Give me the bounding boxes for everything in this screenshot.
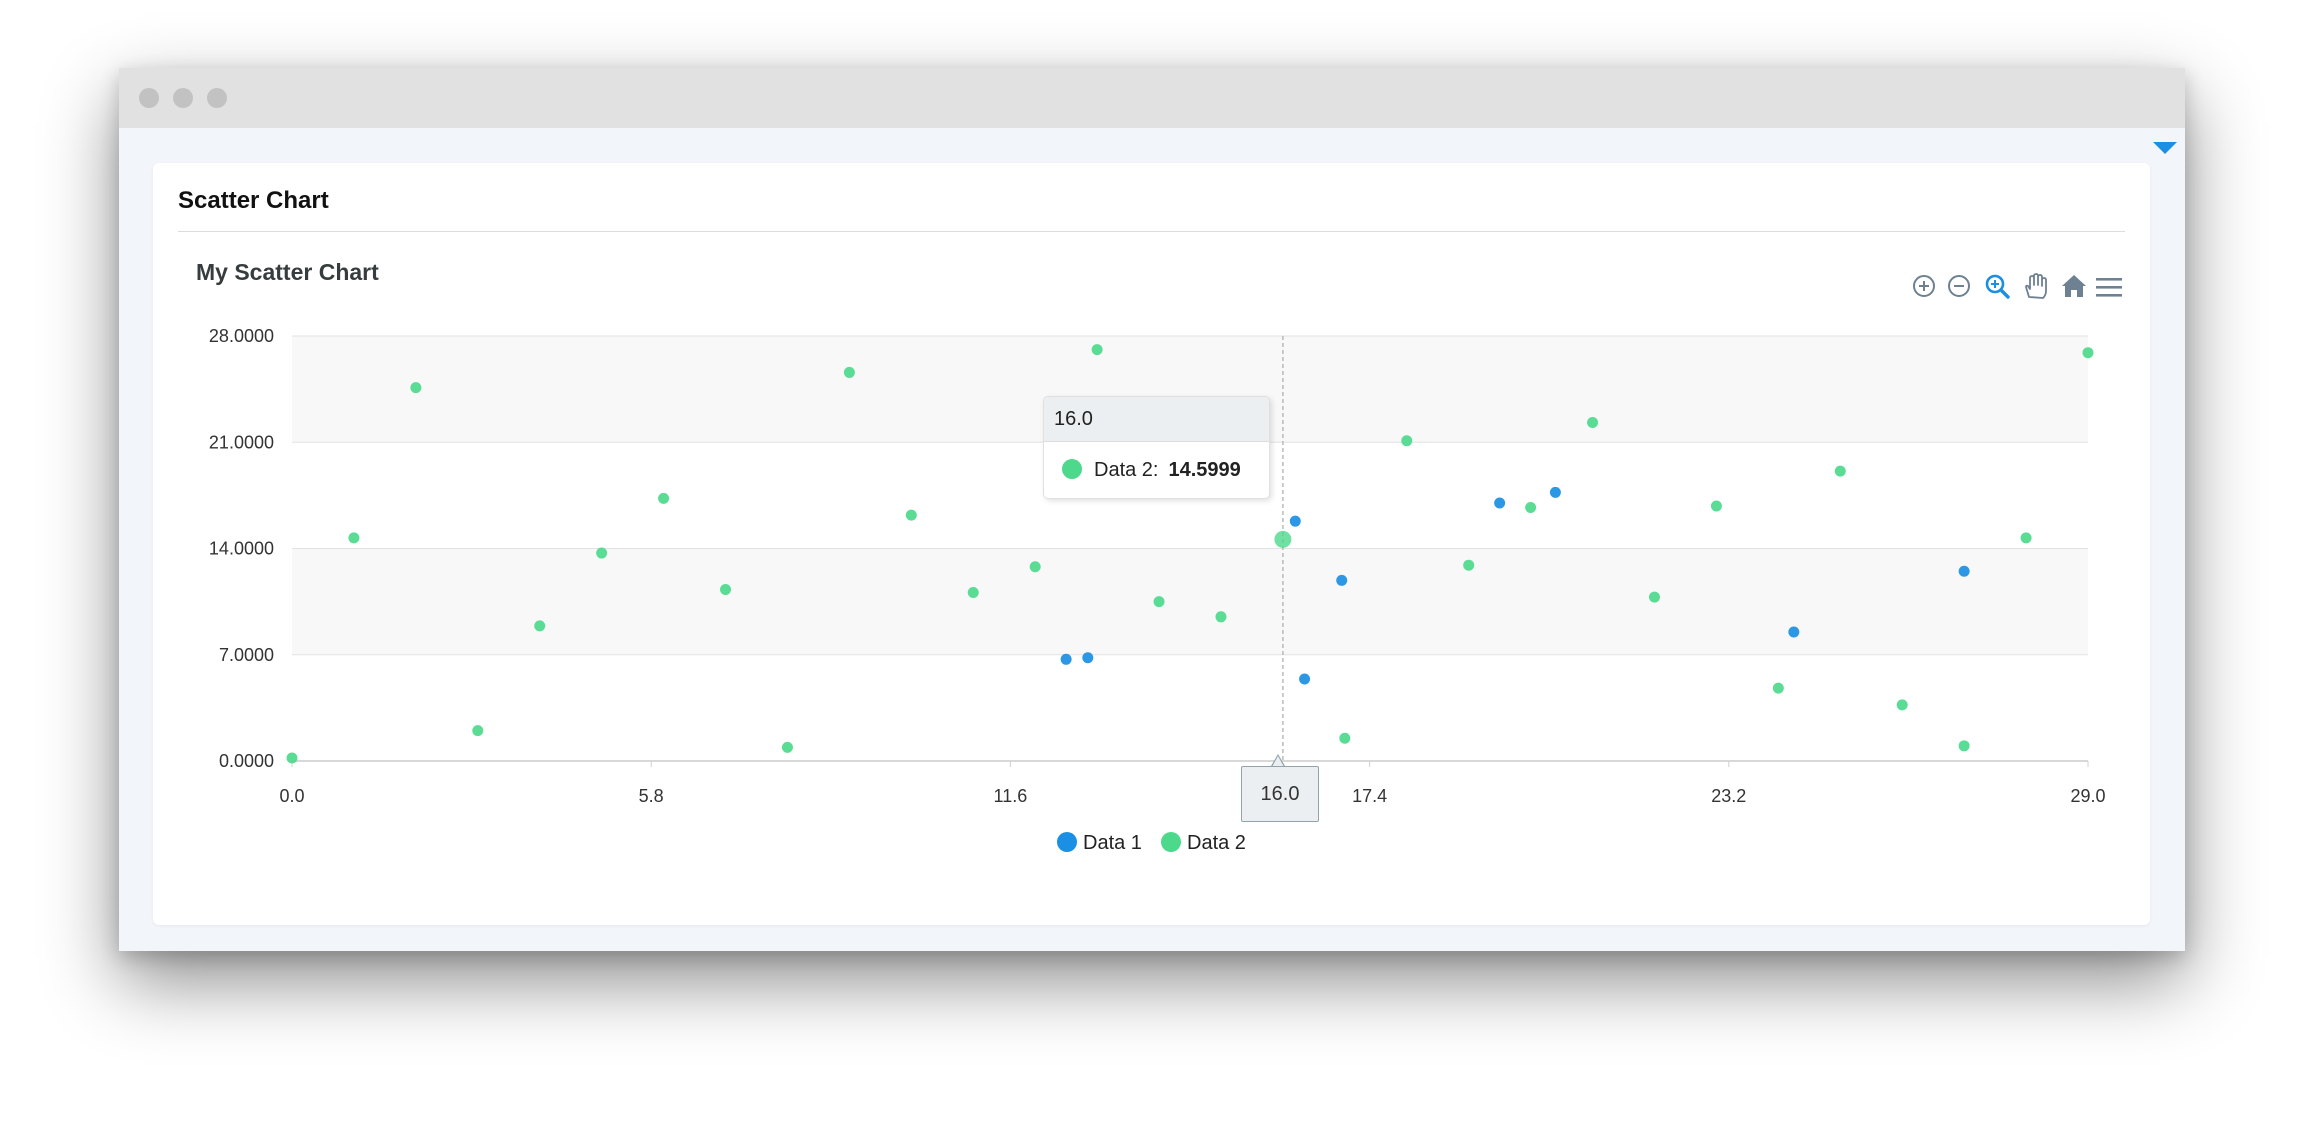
menu-icon[interactable] [2096,278,2122,297]
data2-point [1834,465,1846,477]
data2-point [1463,559,1475,571]
data-tooltip: 16.0 Data 2: 14.5999 [1043,396,1270,499]
data2-point [2020,532,2032,544]
data2-point [1401,435,1413,447]
data2-point [781,741,793,753]
tooltip-series-label: Data 2: [1094,459,1159,481]
data2-point [472,725,484,737]
x-tick-label: 5.8 [639,786,664,806]
window-titlebar [119,68,2185,128]
data2-point [534,620,546,632]
caret-down-icon[interactable] [2153,142,2177,154]
chart-title: My Scatter Chart [196,259,379,285]
data2-point [843,366,855,378]
data2-point [286,752,298,764]
home-icon[interactable] [2062,275,2086,297]
pan-icon[interactable] [2025,273,2047,299]
browser-window: Scatter Chart My Scatter Chart 28.0000 2… [119,68,2185,951]
scatter-chart: My Scatter Chart 28.000021.000014.00007.… [196,259,2122,854]
data1-point [1289,515,1301,527]
data2-point [1896,699,1908,711]
x-tick-label: 17.4 [1352,786,1387,806]
highlighted-data-point [1274,530,1292,548]
data2-point [2082,347,2094,359]
tooltip-series-row: Data 2: 14.5999 [1044,442,1269,498]
window-minimize-button[interactable] [173,88,193,108]
data2-point [1710,500,1722,512]
zoom-out-icon[interactable] [1948,275,1970,297]
data2-point [1587,417,1599,429]
data2-point [905,509,917,521]
data1-point [1788,626,1800,638]
data2-point [1153,596,1165,608]
zoom-in-icon[interactable] [1913,275,1935,297]
data1-point [1299,673,1311,685]
data2-point [1525,502,1537,514]
data1-point [1549,486,1561,498]
data2-point [596,547,608,559]
data2-point [348,532,360,544]
legend-label: Data 1 [1083,832,1142,854]
data1-point [1494,497,1506,509]
xaxis-tooltip: 16.0 [1241,766,1319,822]
x-tick-label: 11.6 [994,786,1028,806]
tooltip-title: 16.0 [1044,397,1269,442]
chart-card: Scatter Chart My Scatter Chart 28.0000 2… [153,163,2150,925]
data2-point [1958,740,1970,752]
legend-marker-icon [1161,832,1181,852]
y-tick-label: 7.0000 [219,645,274,665]
data2-point [967,587,979,599]
grid-band [292,548,2088,655]
data2-point [410,382,422,394]
x-tick-label: 29.0 [2070,786,2105,806]
data1-point [1082,652,1094,664]
window-close-button[interactable] [139,88,159,108]
y-tick-label: 21.0000 [209,432,274,452]
data2-point [1029,561,1041,573]
data2-point [1215,611,1227,623]
x-tick-label: 0.0 [279,786,304,806]
data2-point [1091,344,1103,356]
data2-point [1772,682,1784,694]
y-tick-label: 28.0000 [209,326,274,346]
x-tick-label: 23.2 [1711,786,1746,806]
window-maximize-button[interactable] [207,88,227,108]
y-tick-label: 14.0000 [209,539,274,559]
data1-point [1060,653,1072,665]
data2-point [720,583,732,595]
data1-point [1958,565,1970,577]
data2-point [1339,732,1351,744]
data1-point [1336,574,1348,586]
tooltip-value: 14.5999 [1168,459,1241,481]
data2-point [658,492,670,504]
data2-point [1648,591,1660,603]
y-tick-label: 0.0000 [219,751,274,771]
legend-label: Data 2 [1187,832,1246,854]
selection-zoom-icon[interactable] [1985,274,2010,299]
legend-marker-icon [1057,832,1077,852]
tooltip-marker-icon [1062,458,1082,479]
